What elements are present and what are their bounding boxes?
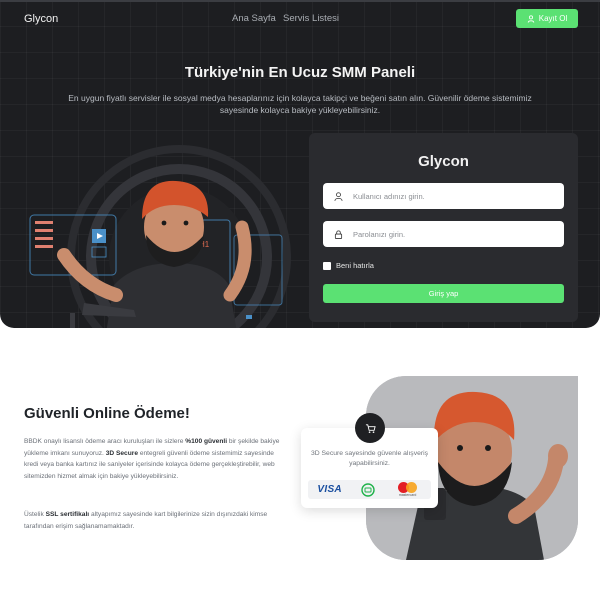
p2-bold-ssl: SSL sertifikalı [45,511,90,518]
secure-payment-title: Güvenli Online Ödeme! [24,405,190,422]
nav-home-link[interactable]: Ana Sayfa [232,13,276,24]
hero-title: Türkiye'nin En Ucuz SMM Paneli [184,64,416,81]
password-input[interactable] [353,229,553,239]
login-title: Glycon [418,153,469,170]
password-field[interactable] [323,221,564,247]
visa-logo: VISA [317,484,342,495]
remember-me[interactable]: Beni hatırla [323,261,374,270]
username-input[interactable] [353,191,553,201]
p1-text-a: BBDK onaylı lisanslı ödeme aracı kuruluş… [24,438,186,445]
p2-text-a: Üstelik [24,511,46,518]
brand-logo[interactable]: Glycon [24,13,58,25]
register-button[interactable]: Kayıt Ol [516,9,578,28]
hero-subtitle: En uygun fiyatlı servisler ile sosyal me… [68,93,532,115]
remember-checkbox[interactable] [323,261,331,270]
cart-icon [365,423,376,433]
lock-icon [323,229,353,239]
mastercard-logo: mastercard [394,481,422,498]
secure-paragraph-2: Üstelik SSL sertifikalı altyapımız sayes… [24,509,286,532]
user-icon [323,191,353,201]
login-card: Glycon Beni hatırla Giriş yap [309,133,578,322]
username-field[interactable] [323,183,564,209]
mastercard-label: mastercard [398,493,417,497]
p1-bold-secure: %100 güvenli [185,438,228,445]
troy-logo-icon [361,482,375,497]
cart-badge [355,413,385,443]
register-button-label: Kayıt Ol [538,14,568,23]
p1-bold-3dsecure: 3D Secure [105,449,138,457]
user-icon [527,14,534,23]
hero-illustration: H1 [24,145,296,328]
payment-card-text: 3D Secure sayesinde güvenle alışveriş ya… [310,450,429,467]
payment-logos: VISA mastercard [308,480,431,499]
nav-services-link[interactable]: Servis Listesi [283,13,339,24]
secure-paragraph-1: BBDK onaylı lisanslı ödeme aracı kuruluş… [24,436,286,482]
remember-label: Beni hatırla [336,261,374,270]
login-button[interactable]: Giriş yap [323,284,564,303]
top-border [0,0,600,2]
hero-section: Glycon Ana Sayfa Servis Listesi Kayıt Ol… [0,0,600,328]
